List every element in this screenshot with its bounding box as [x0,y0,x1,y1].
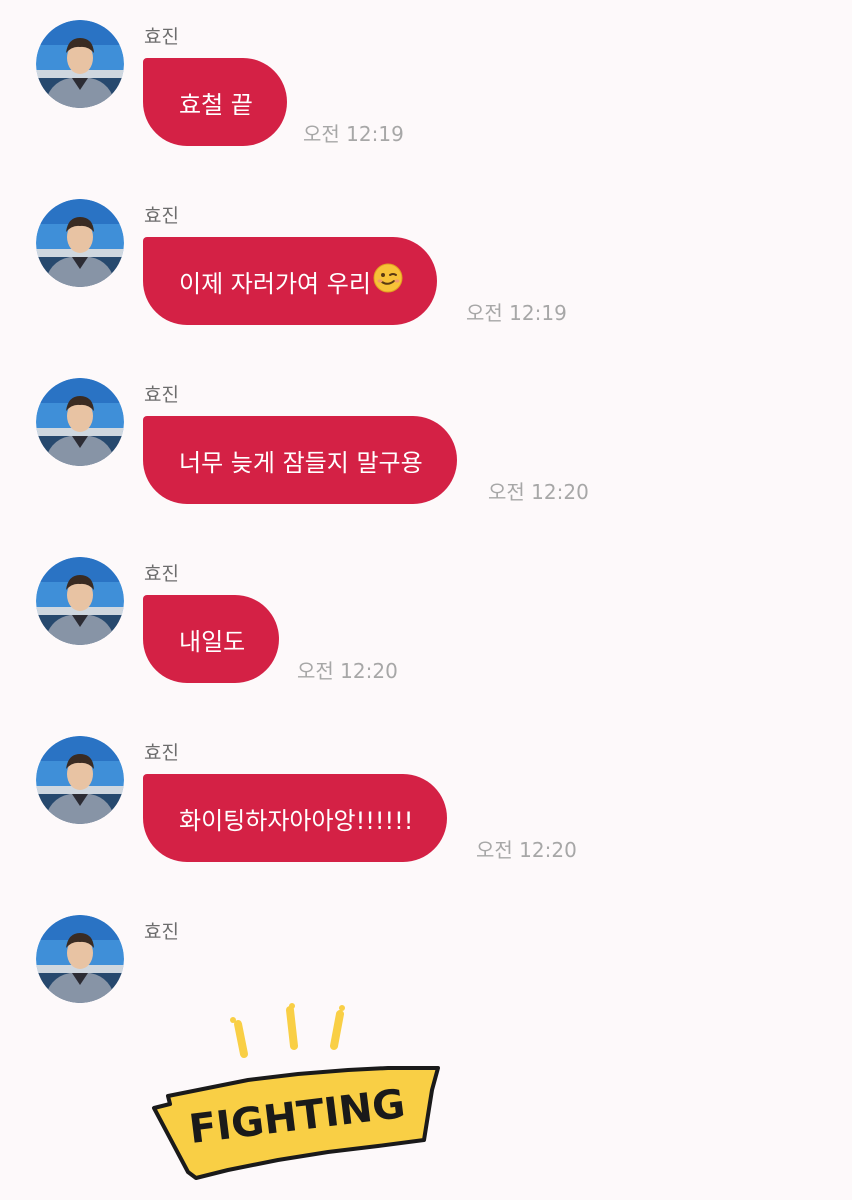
message-timestamp: 오전 12:19 [466,301,567,325]
message-row: 효진 효철 끝 오전 12:19 [0,0,852,170]
avatar[interactable] [36,378,124,466]
message-bubble[interactable]: 내일도 [143,595,280,683]
wink-smile-emoji [373,263,403,299]
message-bubble[interactable]: 효철 끝 [143,58,287,146]
message-timestamp: 오전 12:20 [297,659,398,683]
message-row: 효진 화이팅하자아아앙!!!!!! 오전 12:20 [0,716,852,886]
message-timestamp: 오전 12:20 [488,480,589,504]
avatar[interactable] [36,736,124,824]
message-row: 효진 내일도 오전 12:20 [0,537,852,707]
message-timestamp: 오전 12:20 [476,838,577,862]
message-text: 이제 자러가여 우리 [179,269,371,298]
fighting-sticker[interactable]: FIGHTING [148,1000,448,1194]
sender-name: 효진 [144,384,179,406]
avatar[interactable] [36,915,124,1003]
sender-name: 효진 [144,205,179,227]
message-bubble[interactable]: 이제 자러가여 우리 [143,237,437,325]
message-row: 효진 너무 늦게 잠들지 말구용 오전 12:20 [0,358,852,528]
avatar[interactable] [36,199,124,287]
message-bubble[interactable]: 화이팅하자아아앙!!!!!! [143,774,448,862]
sender-name: 효진 [144,26,179,48]
sender-name: 효진 [144,563,179,585]
sender-name: 효진 [144,742,179,764]
avatar[interactable] [36,20,124,108]
avatar[interactable] [36,557,124,645]
message-timestamp: 오전 12:19 [303,122,404,146]
message-row: 효진 이제 자러가여 우리 오전 12:19 [0,179,852,349]
sender-name: 효진 [144,921,179,943]
message-bubble[interactable]: 너무 늦게 잠들지 말구용 [143,416,457,504]
